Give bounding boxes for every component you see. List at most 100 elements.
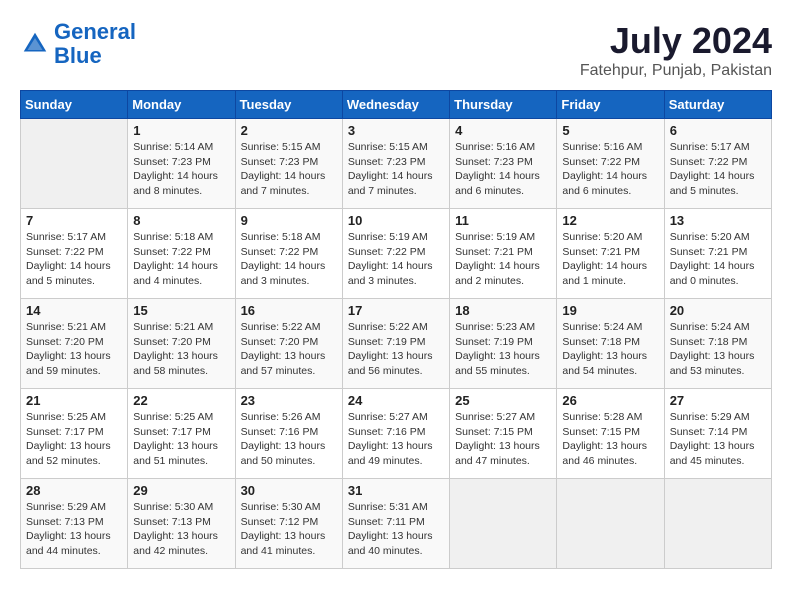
day-info: Sunrise: 5:24 AM Sunset: 7:18 PM Dayligh…	[562, 320, 658, 379]
calendar-table: SundayMondayTuesdayWednesdayThursdayFrid…	[20, 90, 772, 569]
calendar-cell	[21, 119, 128, 209]
day-number: 28	[26, 483, 122, 498]
day-number: 15	[133, 303, 229, 318]
calendar-cell: 7 Sunrise: 5:17 AM Sunset: 7:22 PM Daylig…	[21, 209, 128, 299]
day-info: Sunrise: 5:18 AM Sunset: 7:22 PM Dayligh…	[133, 230, 229, 289]
calendar-cell: 1Sunrise: 5:14 AM Sunset: 7:23 PM Daylig…	[128, 119, 235, 209]
day-info: Sunrise: 5:24 AM Sunset: 7:18 PM Dayligh…	[670, 320, 766, 379]
calendar-cell: 23 Sunrise: 5:26 AM Sunset: 7:16 PM Dayli…	[235, 389, 342, 479]
day-number: 9	[241, 213, 337, 228]
day-info: Sunrise: 5:30 AM Sunset: 7:12 PM Dayligh…	[241, 500, 337, 559]
calendar-cell: 18 Sunrise: 5:23 AM Sunset: 7:19 PM Dayli…	[450, 299, 557, 389]
calendar-cell: 29 Sunrise: 5:30 AM Sunset: 7:13 PM Dayli…	[128, 479, 235, 569]
day-info: Sunrise: 5:23 AM Sunset: 7:19 PM Dayligh…	[455, 320, 551, 379]
day-number: 29	[133, 483, 229, 498]
weekday-header-wednesday: Wednesday	[342, 91, 449, 119]
calendar-cell	[664, 479, 771, 569]
day-info: Sunrise: 5:16 AM Sunset: 7:22 PM Dayligh…	[562, 140, 658, 199]
weekday-header-monday: Monday	[128, 91, 235, 119]
calendar-cell: 14Sunrise: 5:21 AM Sunset: 7:20 PM Dayli…	[21, 299, 128, 389]
calendar-week-row: 7 Sunrise: 5:17 AM Sunset: 7:22 PM Daylig…	[21, 209, 772, 299]
day-info: Sunrise: 5:21 AM Sunset: 7:20 PM Dayligh…	[26, 320, 122, 379]
day-info: Sunrise: 5:27 AM Sunset: 7:15 PM Dayligh…	[455, 410, 551, 469]
day-number: 2	[241, 123, 337, 138]
calendar-cell: 20 Sunrise: 5:24 AM Sunset: 7:18 PM Dayli…	[664, 299, 771, 389]
day-number: 19	[562, 303, 658, 318]
day-info: Sunrise: 5:31 AM Sunset: 7:11 PM Dayligh…	[348, 500, 444, 559]
calendar-cell: 10Sunrise: 5:19 AM Sunset: 7:22 PM Dayli…	[342, 209, 449, 299]
day-number: 13	[670, 213, 766, 228]
calendar-cell: 16Sunrise: 5:22 AM Sunset: 7:20 PM Dayli…	[235, 299, 342, 389]
month-year-title: July 2024	[580, 20, 772, 62]
day-info: Sunrise: 5:20 AM Sunset: 7:21 PM Dayligh…	[670, 230, 766, 289]
day-info: Sunrise: 5:25 AM Sunset: 7:17 PM Dayligh…	[26, 410, 122, 469]
logo-icon	[20, 29, 50, 59]
calendar-cell: 2Sunrise: 5:15 AM Sunset: 7:23 PM Daylig…	[235, 119, 342, 209]
day-number: 12	[562, 213, 658, 228]
title-block: July 2024 Fatehpur, Punjab, Pakistan	[580, 20, 772, 80]
day-number: 30	[241, 483, 337, 498]
day-info: Sunrise: 5:18 AM Sunset: 7:22 PM Dayligh…	[241, 230, 337, 289]
calendar-cell: 4 Sunrise: 5:16 AM Sunset: 7:23 PM Daylig…	[450, 119, 557, 209]
day-info: Sunrise: 5:17 AM Sunset: 7:22 PM Dayligh…	[670, 140, 766, 199]
calendar-cell: 22 Sunrise: 5:25 AM Sunset: 7:17 PM Dayli…	[128, 389, 235, 479]
day-number: 8	[133, 213, 229, 228]
calendar-cell: 9 Sunrise: 5:18 AM Sunset: 7:22 PM Daylig…	[235, 209, 342, 299]
day-info: Sunrise: 5:30 AM Sunset: 7:13 PM Dayligh…	[133, 500, 229, 559]
calendar-week-row: 1Sunrise: 5:14 AM Sunset: 7:23 PM Daylig…	[21, 119, 772, 209]
calendar-week-row: 28 Sunrise: 5:29 AM Sunset: 7:13 PM Dayli…	[21, 479, 772, 569]
calendar-cell: 31 Sunrise: 5:31 AM Sunset: 7:11 PM Dayli…	[342, 479, 449, 569]
calendar-cell: 17 Sunrise: 5:22 AM Sunset: 7:19 PM Dayli…	[342, 299, 449, 389]
day-number: 20	[670, 303, 766, 318]
calendar-cell: 28 Sunrise: 5:29 AM Sunset: 7:13 PM Dayli…	[21, 479, 128, 569]
day-info: Sunrise: 5:22 AM Sunset: 7:19 PM Dayligh…	[348, 320, 444, 379]
day-number: 6	[670, 123, 766, 138]
day-number: 22	[133, 393, 229, 408]
calendar-cell: 13 Sunrise: 5:20 AM Sunset: 7:21 PM Dayli…	[664, 209, 771, 299]
day-number: 11	[455, 213, 551, 228]
calendar-cell: 19 Sunrise: 5:24 AM Sunset: 7:18 PM Dayli…	[557, 299, 664, 389]
logo-text: General Blue	[54, 20, 136, 68]
calendar-cell: 12Sunrise: 5:20 AM Sunset: 7:21 PM Dayli…	[557, 209, 664, 299]
calendar-cell: 30 Sunrise: 5:30 AM Sunset: 7:12 PM Dayli…	[235, 479, 342, 569]
day-info: Sunrise: 5:19 AM Sunset: 7:21 PM Dayligh…	[455, 230, 551, 289]
calendar-cell: 25 Sunrise: 5:27 AM Sunset: 7:15 PM Dayli…	[450, 389, 557, 479]
calendar-cell: 15 Sunrise: 5:21 AM Sunset: 7:20 PM Dayli…	[128, 299, 235, 389]
day-number: 7	[26, 213, 122, 228]
day-info: Sunrise: 5:26 AM Sunset: 7:16 PM Dayligh…	[241, 410, 337, 469]
day-info: Sunrise: 5:28 AM Sunset: 7:15 PM Dayligh…	[562, 410, 658, 469]
day-number: 18	[455, 303, 551, 318]
day-info: Sunrise: 5:19 AM Sunset: 7:22 PM Dayligh…	[348, 230, 444, 289]
day-info: Sunrise: 5:22 AM Sunset: 7:20 PM Dayligh…	[241, 320, 337, 379]
day-info: Sunrise: 5:29 AM Sunset: 7:14 PM Dayligh…	[670, 410, 766, 469]
day-info: Sunrise: 5:29 AM Sunset: 7:13 PM Dayligh…	[26, 500, 122, 559]
calendar-cell: 21Sunrise: 5:25 AM Sunset: 7:17 PM Dayli…	[21, 389, 128, 479]
day-number: 4	[455, 123, 551, 138]
weekday-header-saturday: Saturday	[664, 91, 771, 119]
day-number: 1	[133, 123, 229, 138]
day-number: 27	[670, 393, 766, 408]
calendar-cell: 11 Sunrise: 5:19 AM Sunset: 7:21 PM Dayli…	[450, 209, 557, 299]
calendar-body: 1Sunrise: 5:14 AM Sunset: 7:23 PM Daylig…	[21, 119, 772, 569]
calendar-cell: 24Sunrise: 5:27 AM Sunset: 7:16 PM Dayli…	[342, 389, 449, 479]
day-number: 31	[348, 483, 444, 498]
calendar-cell: 3Sunrise: 5:15 AM Sunset: 7:23 PM Daylig…	[342, 119, 449, 209]
calendar-cell: 26Sunrise: 5:28 AM Sunset: 7:15 PM Dayli…	[557, 389, 664, 479]
calendar-cell: 27 Sunrise: 5:29 AM Sunset: 7:14 PM Dayli…	[664, 389, 771, 479]
day-number: 17	[348, 303, 444, 318]
logo: General Blue	[20, 20, 136, 68]
day-number: 5	[562, 123, 658, 138]
calendar-week-row: 14Sunrise: 5:21 AM Sunset: 7:20 PM Dayli…	[21, 299, 772, 389]
calendar-cell: 6 Sunrise: 5:17 AM Sunset: 7:22 PM Daylig…	[664, 119, 771, 209]
day-info: Sunrise: 5:17 AM Sunset: 7:22 PM Dayligh…	[26, 230, 122, 289]
weekday-header-tuesday: Tuesday	[235, 91, 342, 119]
day-info: Sunrise: 5:25 AM Sunset: 7:17 PM Dayligh…	[133, 410, 229, 469]
day-info: Sunrise: 5:21 AM Sunset: 7:20 PM Dayligh…	[133, 320, 229, 379]
day-number: 23	[241, 393, 337, 408]
weekday-header-sunday: Sunday	[21, 91, 128, 119]
day-info: Sunrise: 5:16 AM Sunset: 7:23 PM Dayligh…	[455, 140, 551, 199]
calendar-week-row: 21Sunrise: 5:25 AM Sunset: 7:17 PM Dayli…	[21, 389, 772, 479]
day-number: 25	[455, 393, 551, 408]
page-header: General Blue July 2024 Fatehpur, Punjab,…	[20, 20, 772, 80]
day-number: 3	[348, 123, 444, 138]
